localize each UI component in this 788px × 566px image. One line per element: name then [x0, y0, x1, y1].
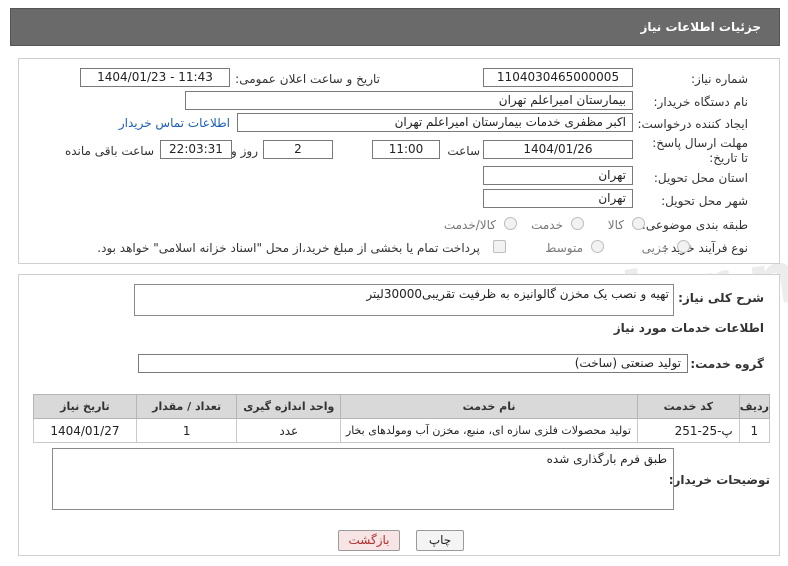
- process-medium-label: متوسط: [545, 241, 583, 255]
- deadline-time-field: 11:00: [372, 140, 440, 159]
- days-label: روز و: [231, 144, 258, 158]
- page-title: جزئیات اطلاعات نیاز: [640, 20, 761, 34]
- category-label: طبقه بندی موضوعی:: [641, 218, 748, 232]
- back-button[interactable]: بازگشت: [338, 530, 400, 551]
- print-button[interactable]: چاپ: [416, 530, 464, 551]
- buyer-notes-label: توضیحات خریدار:: [668, 473, 770, 487]
- treasury-payment-checkbox[interactable]: [493, 240, 506, 253]
- cell-unit: عدد: [236, 418, 342, 443]
- cell-service-name: تولید محصولات فلزی سازه ای، منبع، مخزن آ…: [340, 418, 638, 443]
- deadline-time-label: ساعت: [447, 144, 480, 158]
- table-row: 1404/01/27 1 عدد تولید محصولات فلزی سازه…: [33, 418, 771, 443]
- category-service-label: خدمت: [531, 218, 563, 232]
- deadline-label: مهلت ارسال پاسخ: تا تاریخ:: [652, 136, 748, 165]
- payment-note: پرداخت تمام یا بخشی از مبلغ خرید،از محل …: [97, 241, 480, 255]
- summary-label: شرح کلی نیاز:: [678, 291, 764, 305]
- province-label: استان محل تحویل:: [653, 171, 748, 185]
- buyer-notes-textarea[interactable]: طبق فرم بارگذاری شده: [52, 448, 674, 510]
- service-group-field: تولید صنعتی (ساخت): [138, 354, 688, 373]
- buyer-org-field: بیمارستان امیراعلم تهران: [185, 91, 633, 110]
- announce-label: تاریخ و ساعت اعلان عمومی:: [235, 72, 380, 86]
- contact-info-link[interactable]: اطلاعات تماس خریدار: [119, 116, 230, 130]
- col-need-date: تاریخ نیاز: [33, 394, 137, 419]
- col-quantity: تعداد / مقدار: [135, 394, 238, 419]
- need-number-label: شماره نیاز:: [691, 72, 748, 86]
- creator-label: ایجاد کننده درخواست:: [637, 117, 748, 131]
- services-section-title: اطلاعات خدمات مورد نیاز: [613, 321, 764, 335]
- category-goods-radio[interactable]: [632, 217, 645, 230]
- remaining-time-field: 22:03:31: [160, 140, 232, 159]
- city-field: تهران: [483, 189, 633, 208]
- services-table: تاریخ نیاز تعداد / مقدار واحد اندازه گیر…: [33, 394, 771, 443]
- province-field: تهران: [483, 166, 633, 185]
- col-unit: واحد اندازه گیری: [236, 394, 342, 419]
- service-group-label: گروه خدمت:: [690, 357, 764, 371]
- category-goods-label: کالا: [607, 218, 624, 232]
- col-row-number: ردیف: [738, 394, 771, 419]
- cell-need-date: 1404/01/27: [33, 418, 137, 443]
- cell-service-code: پ-25-251: [636, 418, 740, 443]
- buyer-org-label: نام دستگاه خریدار:: [653, 95, 749, 109]
- deadline-date-field: 1404/01/26: [483, 140, 633, 159]
- col-service-name: نام خدمت: [340, 394, 638, 419]
- category-goods-service-label: کالا/خدمت: [443, 218, 496, 232]
- need-number-field: 1104030465000005: [483, 68, 633, 87]
- remaining-label: ساعت باقی مانده: [64, 144, 154, 158]
- category-goods-service-radio[interactable]: [504, 217, 517, 230]
- announce-field: 1404/01/23 - 11:43: [80, 68, 230, 87]
- summary-textarea[interactable]: تهیه و نصب یک مخزن گالوانیزه به ظرفیت تق…: [134, 284, 674, 316]
- table-header-row: تاریخ نیاز تعداد / مقدار واحد اندازه گیر…: [33, 394, 771, 419]
- category-service-radio[interactable]: [571, 217, 584, 230]
- creator-field: اکبر مظفری خدمات بیمارستان امیراعلم تهرا…: [237, 113, 633, 132]
- cell-row-number: 1: [738, 418, 771, 443]
- page-header: جزئیات اطلاعات نیاز: [10, 8, 780, 46]
- days-field: 2: [263, 140, 333, 159]
- process-medium-radio[interactable]: [591, 240, 604, 253]
- col-service-code: کد خدمت: [636, 394, 740, 419]
- city-label: شهر محل تحویل:: [661, 194, 748, 208]
- cell-quantity: 1: [135, 418, 238, 443]
